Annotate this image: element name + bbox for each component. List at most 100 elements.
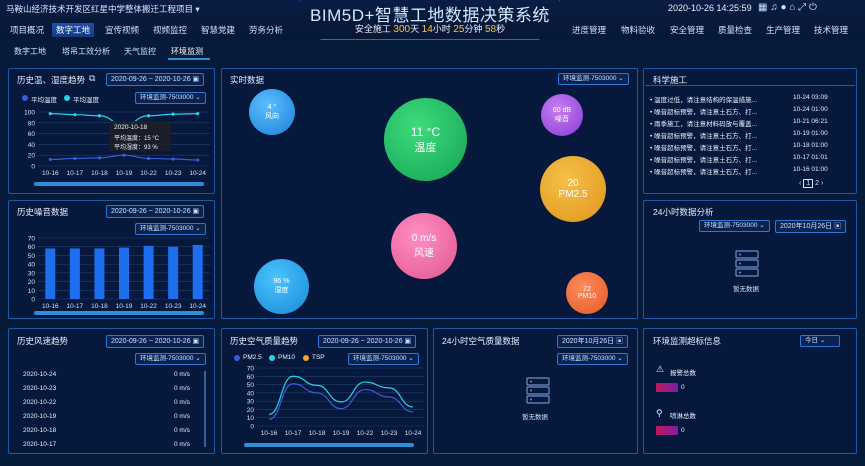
air-chart: 0 102030 40506070 10-16 10-17 10-18 10-19 10-22… [247,366,425,437]
science-divider [645,85,855,86]
page-1[interactable]: 1 [803,179,814,188]
y-tick-label: 70 [247,366,255,373]
prev-page-icon[interactable]: ‹ [799,180,801,187]
analysis24-station-select[interactable]: 环境监测-7503000 ⌄ [699,220,770,232]
wind-date-range[interactable]: 2020-09-26 ~ 2020-10-26 ▣ [106,335,205,348]
nav-item-safety[interactable]: 安全管理 [666,23,708,37]
y-tick-label: 40 [28,142,36,149]
y-tick-label: 80 [28,120,36,127]
temp-scrollbar[interactable] [34,182,204,186]
science-pagination: ‹ 1 2 › [799,179,823,188]
data-point [122,153,126,157]
data-point [171,112,175,116]
grid-icon[interactable]: ▦ [758,2,767,13]
wind-row-value: 0 m/s [174,427,190,434]
nav-item-labor[interactable]: 劳务分析 [245,23,287,37]
wind-station-select[interactable]: 环境监测-7503000 ⌄ [135,353,206,365]
wind-row-date: 2020-10-18 [23,427,57,434]
legend-pm25-dot [234,355,240,361]
next-page-icon[interactable]: › [821,180,823,187]
legend-hum-label: 平均湿度 [73,97,99,104]
data-point [48,112,52,116]
calendar-icon: ▣ [192,338,200,345]
y-tick-label: 40 [247,390,255,397]
science-item[interactable]: • 雨季施工，请注意材料码放与覆盖... [650,118,757,128]
export-icon[interactable]: ⧉ [89,73,95,84]
nav-item-progress[interactable]: 进度管理 [568,23,610,37]
tab-crane[interactable]: 塔吊工效分析 [62,46,110,57]
bell-icon[interactable]: ♫ [770,2,778,13]
calendar-icon: ▣ [192,208,200,215]
air24-date[interactable]: 2020年10月26日 ▣ [557,335,629,348]
y-tick-label: 0 [31,164,35,171]
science-item[interactable]: • 噪音超标预警，请注意土石方、打... [650,142,757,152]
temp-title: 历史温、湿度趋势 [17,75,86,85]
air-scrollbar[interactable] [244,443,414,447]
noise-date-range[interactable]: 2020-09-26 ~ 2020-10-26 ▣ [106,205,205,218]
legend-temp-label: 平均温度 [31,97,57,104]
alarm-bar [656,383,678,392]
analysis24-no-data: 暂无数据 [733,286,759,293]
tooltip-date: 2020-10-18 [114,124,148,131]
power-icon[interactable]: ⏻ [809,2,817,13]
home-icon[interactable]: ⌂ [789,2,795,13]
air-date-range[interactable]: 2020-09-26 ~ 2020-10-26 ▣ [318,335,417,348]
tab-environment[interactable]: 环境监测 [171,46,203,57]
nav-item-promo-video[interactable]: 宣传视频 [101,23,143,37]
air24-title: 24小时空气质量数据 [442,336,520,346]
science-item-date: 10-24 01:00 [793,106,828,113]
x-tick-label: 10-16 [42,303,59,310]
x-tick-label: 10-24 [405,430,422,437]
nav-item-quality[interactable]: 质量检查 [714,23,756,37]
x-tick-label: 10-19 [116,303,133,310]
science-item[interactable]: • 温度过低，请注意结构的保温措施... [650,94,757,104]
y-tick-label: 70 [28,236,36,243]
analysis24-date[interactable]: 2020年10月26日 ▣ [775,220,847,233]
project-selector[interactable]: 马鞍山经济技术开发区红星中学整体搬迁工程项目 ▾ [6,3,200,15]
sprinkler-label: 喷淋总数 [670,413,696,420]
data-point [196,158,200,162]
noise-bar [94,248,105,299]
temp-station-select[interactable]: 环境监测-7503000 ⌄ [135,92,206,104]
temp-date-range[interactable]: 2020-09-26 ~ 2020-10-26 ▣ [106,73,205,86]
air24-station-select[interactable]: 环境监测-7503000 ⌄ [557,353,628,365]
wind-row-value: 0 m/s [174,413,190,420]
tab-digital-site[interactable]: 数字工地 [14,46,46,57]
nav-item-video-monitor[interactable]: 视频监控 [149,23,191,37]
nav-item-digital-site[interactable]: 数字工地 [52,23,95,37]
science-item[interactable]: • 噪音超标预警，请注意土石方、打... [650,154,757,164]
y-tick-label: 20 [28,153,36,160]
user-icon[interactable]: ● [781,2,787,13]
data-point [97,114,102,118]
alarm-value: 0 [681,384,685,391]
wind-title: 历史风速趋势 [17,336,69,346]
data-point [73,156,77,161]
x-tick-label: 10-24 [189,303,206,310]
window-controls[interactable]: ▦ ♫ ● ⌂ ⤢ ⏻ [758,2,817,13]
calendar-icon: ▣ [404,338,412,345]
x-tick-label: 10-16 [42,170,59,177]
page-2[interactable]: 2 [815,180,819,187]
wind-scrollbar[interactable] [204,371,206,447]
tab-weather[interactable]: 天气监控 [124,46,156,57]
science-item[interactable]: • 噪音超标预警，请注意土石方、打... [650,166,757,176]
fullscreen-icon[interactable]: ⤢ [798,2,806,13]
science-item[interactable]: • 噪音超标预警，请注意土石方、打... [650,106,757,116]
nav-item-production[interactable]: 生产管理 [762,23,804,37]
science-item[interactable]: • 噪音超标预警，请注意土石方、打... [650,130,757,140]
bubble-temperature: 11 °C 温度 [384,98,467,181]
nav-item-overview[interactable]: 项目概况 [6,23,48,37]
wind-row-date: 2020-10-17 [23,441,57,448]
y-tick-label: 20 [28,279,36,286]
alarm-range-select[interactable]: 今日 ⌄ [800,335,840,347]
noise-scrollbar[interactable] [34,311,204,315]
x-tick-label: 10-23 [165,303,182,310]
nav-item-party[interactable]: 智慧党建 [197,23,239,37]
x-tick-label: 10-18 [309,430,326,437]
realtime-station-select[interactable]: 环境监测-7503000 ⌄ [558,73,629,85]
y-tick-label: 50 [28,253,36,260]
y-tick-label: 30 [28,270,36,277]
chevron-down-icon: ⌄ [195,225,201,232]
nav-item-tech[interactable]: 技术管理 [810,23,852,37]
nav-item-material[interactable]: 物料验收 [617,23,659,37]
